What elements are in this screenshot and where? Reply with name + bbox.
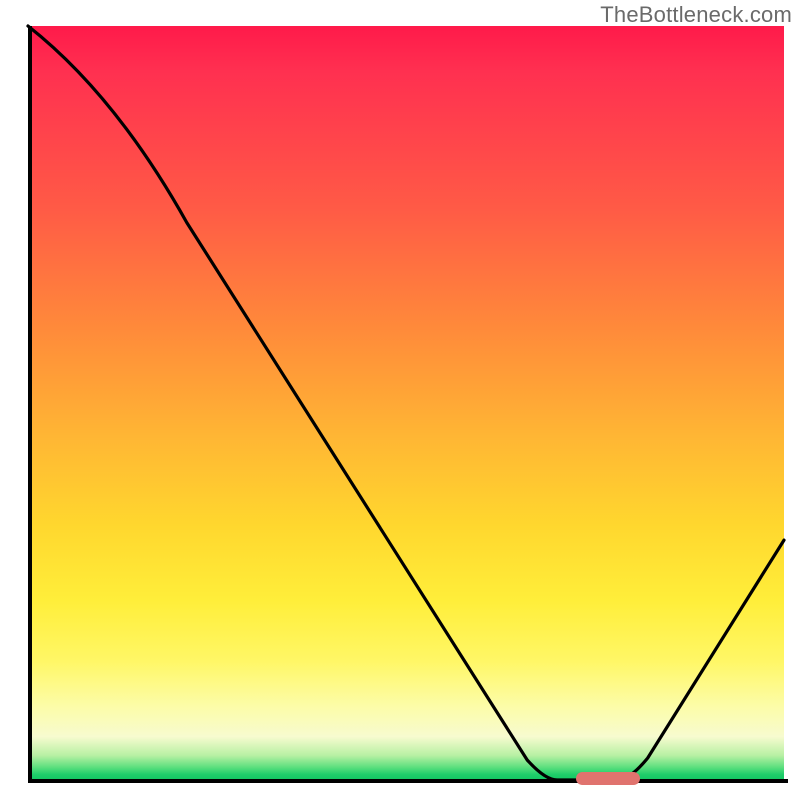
severity-gradient-background: [32, 26, 784, 782]
plot-container: [14, 26, 786, 788]
plot-area: [28, 26, 784, 782]
optimal-range-marker: [576, 772, 640, 785]
gradient-fill: [32, 26, 784, 782]
watermark-text: TheBottleneck.com: [600, 2, 792, 28]
y-axis-line: [28, 26, 32, 783]
x-axis-line: [28, 779, 788, 783]
